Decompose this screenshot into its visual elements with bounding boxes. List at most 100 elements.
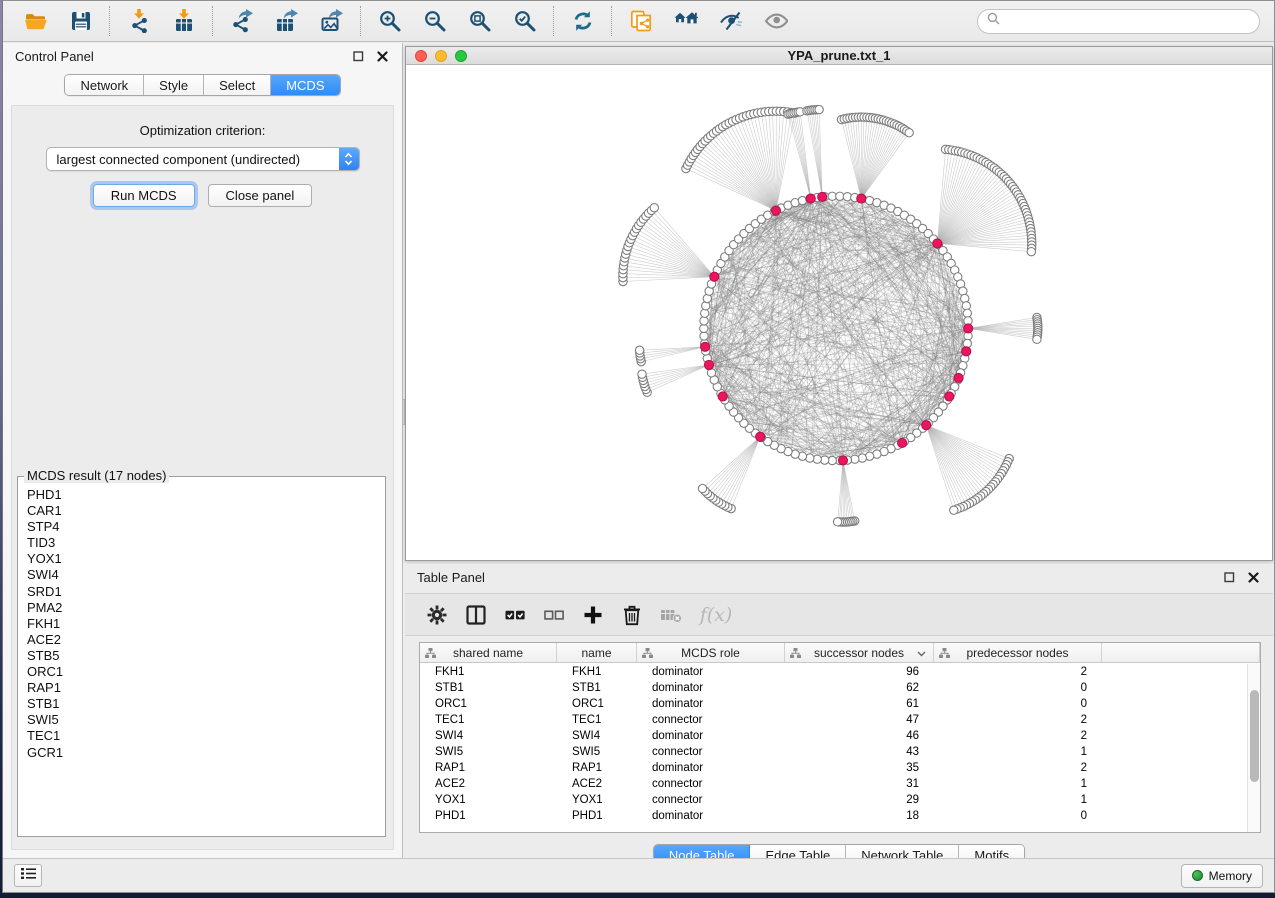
mcds-result-item[interactable]: ACE2 [27, 632, 385, 648]
table-row[interactable]: PHD1PHD1dominator180 [420, 808, 1247, 824]
export-image-icon[interactable] [318, 8, 345, 35]
column-layout-icon[interactable] [464, 603, 488, 627]
table-cell: connector [637, 712, 785, 728]
table-cell [1102, 792, 1247, 808]
network-window-titlebar[interactable]: YPA_prune.txt_1 [406, 47, 1272, 65]
control-panel-tabs: NetworkStyleSelectMCDS [64, 74, 340, 96]
table-row[interactable]: TEC1TEC1connector472 [420, 712, 1247, 728]
import-network-icon[interactable] [125, 8, 152, 35]
toolbar-icon-group [13, 6, 798, 36]
column-header-shared-name[interactable]: shared name [420, 643, 557, 662]
close-table-panel-icon[interactable] [1245, 569, 1261, 585]
export-network-icon[interactable] [228, 8, 255, 35]
table-cell [1102, 728, 1247, 744]
table-cell: 1 [934, 744, 1102, 760]
mcds-result-item[interactable]: SRD1 [27, 584, 385, 600]
show-all-icon[interactable] [762, 8, 789, 35]
zoom-in-icon[interactable] [376, 8, 403, 35]
tab-select[interactable]: Select [204, 75, 271, 95]
mcds-result-item[interactable]: ORC1 [27, 664, 385, 680]
mcds-result-item[interactable]: YOX1 [27, 551, 385, 567]
first-neighbors-icon[interactable] [672, 8, 699, 35]
table-cell: dominator [637, 696, 785, 712]
table-cell: RAP1 [420, 760, 557, 776]
table-row[interactable]: YOX1YOX1connector291 [420, 792, 1247, 808]
toolbar-separator [212, 6, 213, 36]
table-cell: SWI5 [557, 744, 637, 760]
mcds-result-item[interactable]: STB5 [27, 648, 385, 664]
table-row[interactable]: ORC1ORC1dominator610 [420, 696, 1247, 712]
float-table-panel-icon[interactable] [1221, 569, 1237, 585]
toolbar-separator [109, 6, 110, 36]
mcds-result-item[interactable]: FKH1 [27, 616, 385, 632]
table-row[interactable]: STB1STB1dominator620 [420, 680, 1247, 696]
column-header-name[interactable]: name [557, 643, 637, 662]
table-row[interactable]: FKH1FKH1dominator962 [420, 664, 1247, 680]
table-toolbar: f(x) [405, 593, 1273, 636]
mcds-result-item[interactable]: SWI4 [27, 567, 385, 583]
settings-gear-icon[interactable] [425, 603, 449, 627]
network-graph[interactable] [406, 66, 1272, 560]
column-header-successor-nodes[interactable]: successor nodes [785, 643, 934, 662]
table-cell [1102, 680, 1247, 696]
table-cell: 46 [785, 728, 934, 744]
network-canvas[interactable] [406, 66, 1272, 560]
add-column-icon[interactable] [581, 603, 605, 627]
tab-network[interactable]: Network [65, 75, 144, 95]
column-header-mcds-role[interactable]: MCDS role [637, 643, 785, 662]
mcds-result-item[interactable]: TEC1 [27, 728, 385, 744]
run-mcds-button[interactable]: Run MCDS [93, 184, 195, 207]
table-row[interactable]: RAP1RAP1dominator352 [420, 760, 1247, 776]
column-header-predecessor-nodes[interactable]: predecessor nodes [934, 643, 1102, 662]
mcds-result-item[interactable]: PHD1 [27, 487, 385, 503]
duplicate-network-icon[interactable] [627, 8, 654, 35]
table-row[interactable]: ACE2ACE2connector311 [420, 776, 1247, 792]
mcds-result-item[interactable]: RAP1 [27, 680, 385, 696]
mcds-result-item[interactable]: PMA2 [27, 600, 385, 616]
zoom-out-icon[interactable] [421, 8, 448, 35]
search-input[interactable] [1006, 11, 1259, 31]
mcds-result-item[interactable]: GCR1 [27, 745, 385, 761]
table-scrollbar-thumb[interactable] [1250, 690, 1259, 782]
search-box[interactable] [977, 9, 1260, 34]
memory-button[interactable]: Memory [1181, 864, 1263, 888]
close-panel-button[interactable]: Close panel [208, 184, 313, 207]
save-icon[interactable] [67, 8, 94, 35]
table-cell: 1 [934, 776, 1102, 792]
list-icon [21, 867, 36, 885]
tab-mcds[interactable]: MCDS [271, 75, 339, 95]
zoom-selected-icon[interactable] [511, 8, 538, 35]
zoom-fit-icon[interactable] [466, 8, 493, 35]
table-row[interactable]: SWI4SWI4dominator462 [420, 728, 1247, 744]
tab-style[interactable]: Style [144, 75, 204, 95]
mcds-result-list[interactable]: PHD1CAR1STP4TID3YOX1SWI4SRD1PMA2FKH1ACE2… [18, 477, 385, 761]
table-cell: SWI4 [420, 728, 557, 744]
refresh-icon[interactable] [569, 8, 596, 35]
task-history-button[interactable] [14, 864, 42, 887]
deselect-all-columns-icon[interactable] [542, 603, 566, 627]
table-cell: 35 [785, 760, 934, 776]
table-cell: SWI5 [420, 744, 557, 760]
delete-column-icon[interactable] [620, 603, 644, 627]
float-panel-icon[interactable] [350, 48, 366, 64]
open-file-icon[interactable] [22, 8, 49, 35]
mcds-result-item[interactable]: SWI5 [27, 712, 385, 728]
table-cell: ORC1 [557, 696, 637, 712]
table-cell: connector [637, 776, 785, 792]
mcds-result-item[interactable]: STB1 [27, 696, 385, 712]
mcds-result-item[interactable]: TID3 [27, 535, 385, 551]
table-scrollbar[interactable] [1247, 664, 1260, 832]
table-panel-header: Table Panel [405, 564, 1273, 590]
criterion-dropdown[interactable]: largest connected component (undirected) [46, 147, 360, 171]
table-cell: YOX1 [557, 792, 637, 808]
hide-selected-icon[interactable] [717, 8, 744, 35]
mcds-result-item[interactable]: CAR1 [27, 503, 385, 519]
select-all-columns-icon[interactable] [503, 603, 527, 627]
close-panel-icon[interactable] [374, 48, 390, 64]
import-table-icon[interactable] [170, 8, 197, 35]
mcds-result-item[interactable]: STP4 [27, 519, 385, 535]
export-table-icon[interactable] [273, 8, 300, 35]
table-cell: RAP1 [557, 760, 637, 776]
search-icon [987, 12, 1000, 30]
table-row[interactable]: SWI5SWI5connector431 [420, 744, 1247, 760]
